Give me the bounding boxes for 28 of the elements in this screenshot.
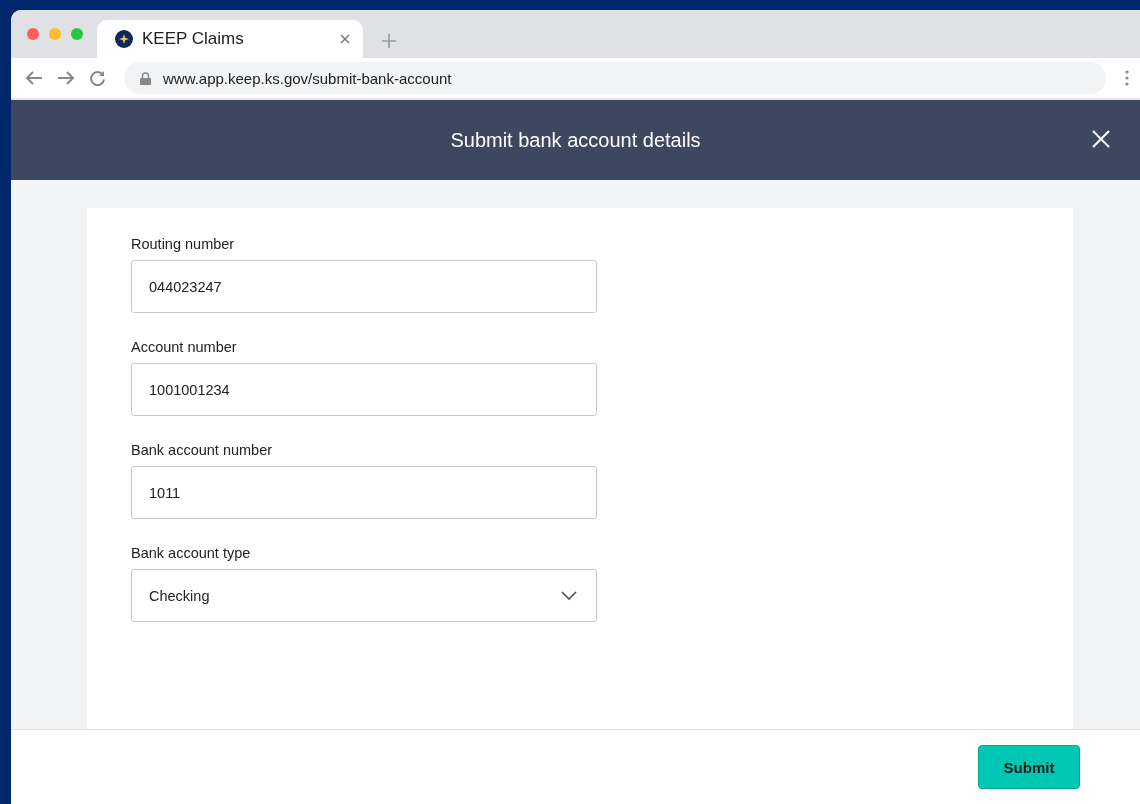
close-window-button[interactable]	[27, 28, 39, 40]
field-label: Bank account type	[131, 545, 252, 561]
new-tab-icon[interactable]	[381, 33, 397, 49]
input-field[interactable]: 044023247	[131, 260, 597, 313]
field-label: Bank account number	[131, 442, 274, 458]
input-field[interactable]: 1001001234	[131, 363, 597, 416]
field-value: 044023247	[149, 278, 222, 295]
close-tab-icon[interactable]	[339, 33, 351, 45]
address-bar[interactable]: www.app.keep.ks.gov/submit-bank-account	[124, 62, 1106, 94]
close-icon[interactable]	[1092, 130, 1110, 148]
browser-tab[interactable]: KEEP Claims	[97, 20, 363, 58]
dropdown[interactable]: Checking	[131, 569, 597, 622]
input-field[interactable]: 1011	[131, 466, 597, 519]
chevron-down-icon	[561, 590, 577, 601]
back-icon[interactable]	[25, 70, 43, 86]
submit-button[interactable]: Submit	[978, 745, 1080, 789]
url-text: www.app.keep.ks.gov/submit-bank-account	[163, 69, 452, 87]
field-value: 1011	[149, 484, 181, 501]
field-label: Routing number	[131, 236, 236, 252]
forward-icon[interactable]	[57, 70, 75, 86]
modal-title: Submit bank account details	[450, 128, 701, 152]
star-logo-icon	[115, 30, 133, 48]
tab-title: KEEP Claims	[142, 29, 245, 49]
field-value: 1001001234	[149, 381, 230, 398]
field-label: Account number	[131, 339, 238, 355]
lock-icon	[140, 71, 151, 85]
reload-icon[interactable]	[89, 69, 106, 87]
dropdown-value: Checking	[149, 587, 210, 604]
